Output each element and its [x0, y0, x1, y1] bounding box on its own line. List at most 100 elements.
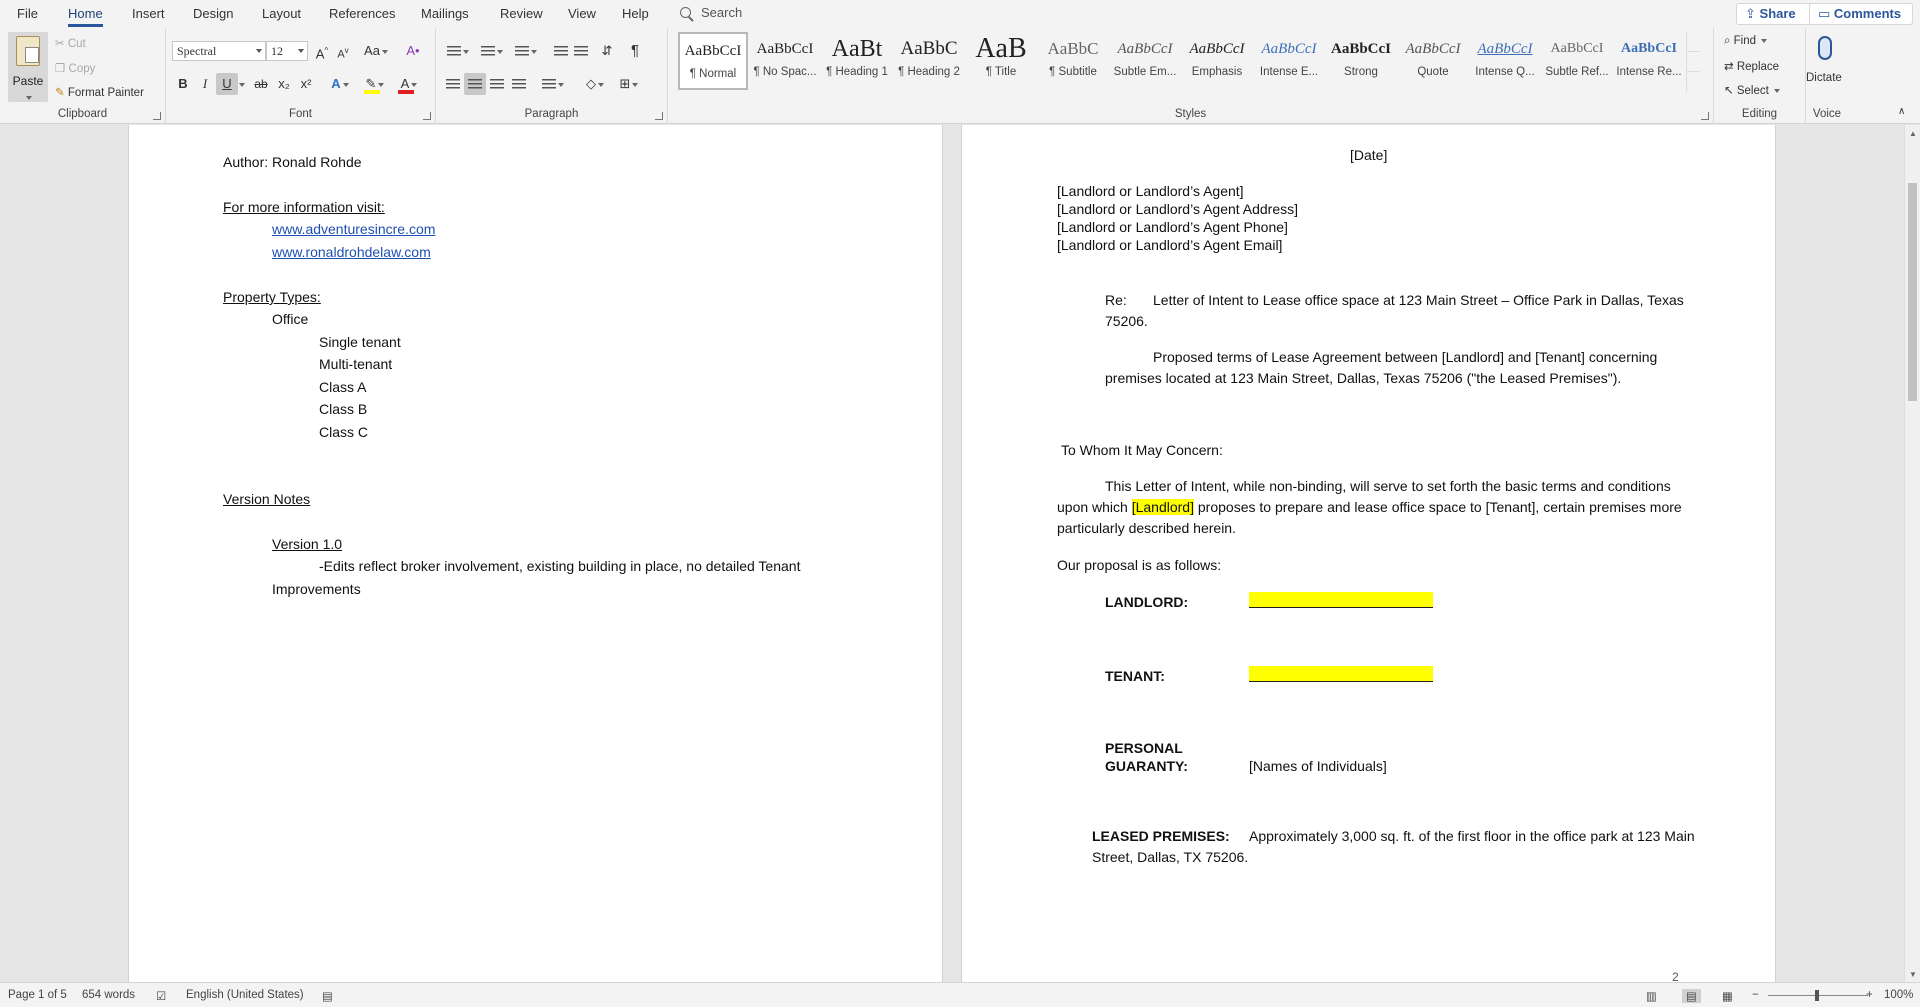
clear-formatting-icon[interactable]: A• — [402, 40, 424, 62]
numbering-button[interactable] — [476, 40, 508, 62]
line-spacing-button[interactable] — [538, 73, 568, 95]
decrease-indent-button[interactable] — [550, 40, 572, 62]
borders-button[interactable]: ⊞ — [614, 73, 644, 95]
highlight-color-button[interactable]: ✎ — [361, 73, 389, 95]
bullets-button[interactable] — [442, 40, 474, 62]
tab-mailings[interactable]: Mailings — [421, 6, 469, 21]
dictate-button[interactable]: Dictate — [1806, 72, 1842, 84]
zoom-slider[interactable] — [1768, 990, 1868, 1001]
share-button[interactable]: ⇪ Share — [1736, 3, 1814, 25]
web-layout-icon[interactable]: ▦ — [1722, 989, 1733, 1003]
tab-view[interactable]: View — [568, 6, 596, 21]
shading-button[interactable]: ◇ — [580, 73, 610, 95]
style-subtitle[interactable]: AaBbC ¶ Subtitle — [1038, 32, 1108, 90]
align-right-button[interactable] — [486, 73, 508, 95]
font-color-button[interactable]: A — [395, 73, 423, 95]
tenant-fill-field[interactable] — [1249, 666, 1433, 682]
styles-gallery-scroll[interactable] — [1686, 32, 1700, 92]
style-title[interactable]: AaB ¶ Title — [966, 32, 1036, 90]
search-box[interactable]: Search — [680, 5, 900, 23]
microphone-icon[interactable] — [1818, 36, 1832, 60]
style-intense-reference[interactable]: AaBbCcI Intense Re... — [1614, 32, 1684, 90]
font-name-combo[interactable]: Spectral — [172, 41, 266, 61]
change-case-button[interactable]: Aa — [361, 40, 391, 62]
style-no-spacing[interactable]: AaBbCcI ¶ No Spac... — [750, 32, 820, 90]
language-indicator[interactable]: English (United States) — [186, 989, 304, 1001]
gallery-more-icon[interactable] — [1687, 72, 1700, 92]
tab-file[interactable]: File — [17, 6, 38, 21]
styles-launcher-icon[interactable] — [1701, 112, 1709, 120]
shrink-font-button[interactable]: Av — [332, 40, 354, 62]
zoom-out-icon[interactable]: − — [1752, 989, 1759, 1001]
comments-button[interactable]: ▭ Comments — [1809, 3, 1913, 25]
replace-button[interactable]: ⇄ Replace — [1724, 59, 1779, 73]
tab-references[interactable]: References — [329, 6, 395, 21]
word-count[interactable]: 654 words — [82, 989, 135, 1001]
superscript-button[interactable]: x² — [295, 73, 317, 95]
select-button[interactable]: ↖ Select — [1724, 83, 1781, 97]
scroll-up-icon[interactable]: ▲ — [1909, 129, 1917, 138]
tab-help[interactable]: Help — [622, 6, 649, 21]
zoom-in-icon[interactable]: + — [1866, 989, 1873, 1001]
read-mode-icon[interactable]: ▥ — [1646, 989, 1657, 1003]
subscript-button[interactable]: x₂ — [273, 73, 295, 95]
page-count[interactable]: Page 1 of 5 — [8, 989, 67, 1001]
link-adventuresincre[interactable]: www.adventuresincre.com — [272, 221, 435, 237]
document-page-2[interactable]: [Date] [Landlord or Landlord’s Agent] [L… — [961, 125, 1776, 982]
zoom-level[interactable]: 100% — [1884, 989, 1913, 1001]
scroll-thumb[interactable] — [1908, 183, 1917, 401]
strikethrough-button[interactable]: ab — [250, 73, 272, 95]
collapse-ribbon-icon[interactable]: ∧ — [1898, 106, 1905, 117]
style-subtle-reference[interactable]: AaBbCcI Subtle Ref... — [1542, 32, 1612, 90]
vertical-scrollbar[interactable]: ▲ ▼ — [1904, 125, 1920, 982]
proofing-icon[interactable]: ☑ — [156, 989, 166, 1003]
style-emphasis[interactable]: AaBbCcI Emphasis — [1182, 32, 1252, 90]
landlord-fill-field[interactable] — [1249, 592, 1433, 608]
italic-button[interactable]: I — [194, 73, 216, 95]
scroll-down-icon[interactable]: ▼ — [1909, 970, 1917, 979]
underline-button[interactable]: U — [216, 73, 238, 95]
align-center-button[interactable] — [464, 73, 486, 95]
copy-button[interactable]: ❐ Copy — [55, 61, 95, 75]
document-page-1[interactable]: Author: Ronald Rohde For more informatio… — [128, 125, 943, 982]
sort-button[interactable]: ⇵ — [596, 40, 618, 62]
gallery-up-icon[interactable] — [1687, 32, 1700, 52]
tab-layout[interactable]: Layout — [262, 6, 301, 21]
tab-home[interactable]: Home — [68, 6, 103, 27]
style-normal[interactable]: AaBbCcI ¶ Normal — [678, 32, 748, 90]
author-line: Author: Ronald Rohde — [223, 154, 362, 170]
show-formatting-button[interactable]: ¶ — [624, 40, 646, 62]
style-heading-2[interactable]: AaBbC ¶ Heading 2 — [894, 32, 964, 90]
gallery-down-icon[interactable] — [1687, 52, 1700, 72]
format-painter-button[interactable]: ✎ Format Painter — [55, 85, 144, 99]
style-subtle-emphasis[interactable]: AaBbCcI Subtle Em... — [1110, 32, 1180, 90]
font-launcher-icon[interactable] — [423, 112, 431, 120]
bold-button[interactable]: B — [172, 73, 194, 95]
grow-font-button[interactable]: A^ — [311, 40, 333, 62]
print-layout-icon[interactable]: ▤ — [1682, 989, 1701, 1003]
style-intense-emphasis[interactable]: AaBbCcI Intense E... — [1254, 32, 1324, 90]
align-left-button[interactable] — [442, 73, 464, 95]
accessibility-icon[interactable]: ▤ — [322, 989, 333, 1003]
borders-icon: ⊞ — [619, 76, 631, 91]
cut-button[interactable]: ✂ Cut — [55, 36, 86, 50]
style-strong[interactable]: AaBbCcI Strong — [1326, 32, 1396, 90]
multilevel-list-button[interactable] — [510, 40, 542, 62]
style-heading-1[interactable]: AaBt ¶ Heading 1 — [822, 32, 892, 90]
paragraph-launcher-icon[interactable] — [655, 112, 663, 120]
style-quote[interactable]: AaBbCcI Quote — [1398, 32, 1468, 90]
style-intense-quote[interactable]: AaBbCcI Intense Q... — [1470, 32, 1540, 90]
zoom-slider-thumb[interactable] — [1815, 990, 1819, 1001]
link-ronaldrohdelaw[interactable]: www.ronaldrohdelaw.com — [272, 244, 431, 260]
justify-button[interactable] — [508, 73, 530, 95]
tab-review[interactable]: Review — [500, 6, 543, 21]
increase-indent-button[interactable] — [570, 40, 592, 62]
text-effects-button[interactable]: A — [326, 73, 354, 95]
paste-button[interactable]: Paste — [8, 32, 48, 102]
clipboard-launcher-icon[interactable] — [153, 112, 161, 120]
underline-dropdown[interactable] — [236, 73, 246, 95]
font-size-combo[interactable]: 12 — [266, 41, 308, 61]
tab-design[interactable]: Design — [193, 6, 233, 21]
tab-insert[interactable]: Insert — [132, 6, 165, 21]
find-button[interactable]: ⌕ Find — [1724, 35, 1768, 48]
